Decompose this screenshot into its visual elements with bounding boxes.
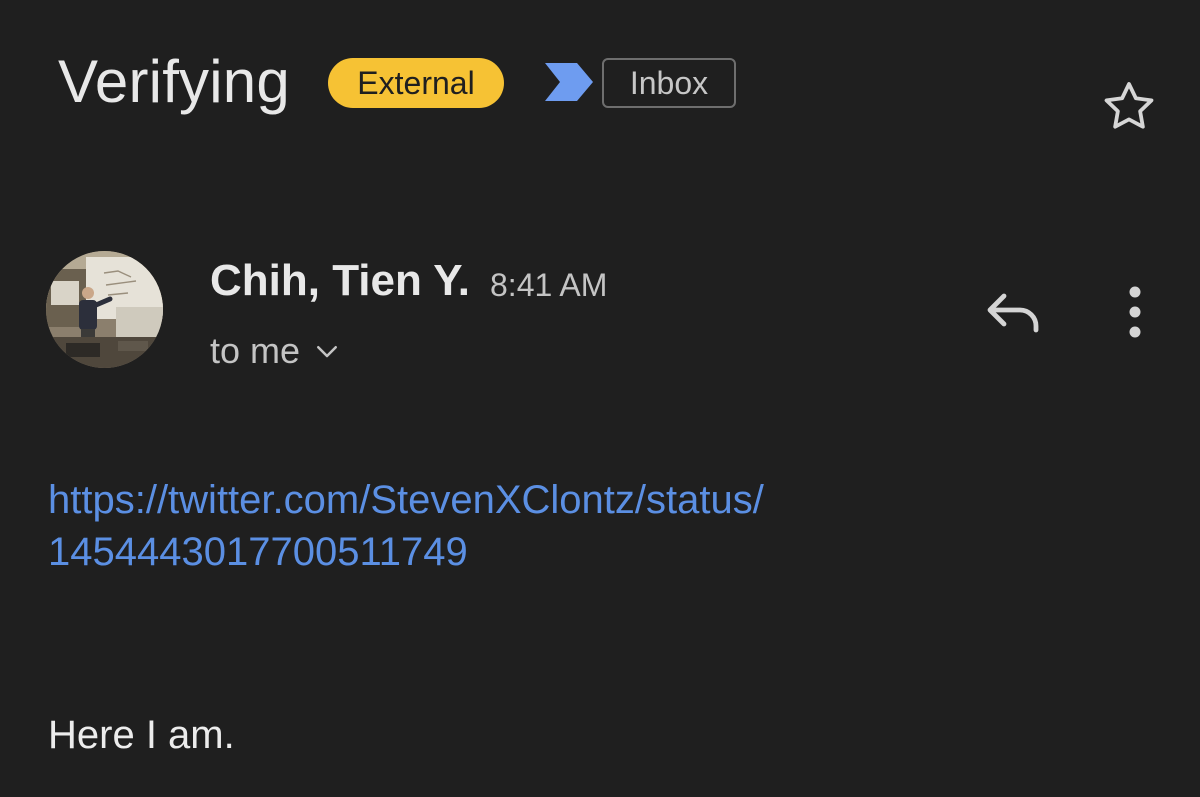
external-badge: External — [328, 58, 504, 108]
more-vertical-icon — [1129, 286, 1141, 338]
sender-avatar[interactable] — [46, 251, 163, 368]
sender-name[interactable]: Chih, Tien Y. — [210, 253, 470, 309]
email-subject: Verifying — [58, 48, 290, 115]
recipients-label: to me — [210, 330, 301, 371]
star-button[interactable] — [1096, 74, 1162, 140]
avatar-photo — [46, 251, 163, 368]
email-view: Verifying External Inbox Chih, Tien Y. 8 — [0, 0, 1200, 797]
star-outline-icon — [1104, 82, 1154, 129]
body-text: Here I am. — [48, 713, 235, 757]
tweet-link-line1: https://twitter.com/StevenXClontz/status… — [48, 478, 764, 522]
chevron-down-icon — [317, 346, 338, 358]
tweet-link-line2: 1454443017700511749 — [48, 530, 468, 574]
importance-marker-icon[interactable] — [543, 61, 595, 103]
tweet-link[interactable]: https://twitter.com/StevenXClontz/status… — [48, 474, 948, 578]
more-options-button[interactable] — [1110, 280, 1160, 344]
recipients-toggle[interactable]: to me — [210, 326, 342, 376]
sent-time: 8:41 AM — [490, 267, 608, 303]
reply-button[interactable] — [978, 282, 1050, 342]
reply-icon — [987, 293, 1039, 333]
inbox-label-chip[interactable]: Inbox — [602, 58, 736, 108]
